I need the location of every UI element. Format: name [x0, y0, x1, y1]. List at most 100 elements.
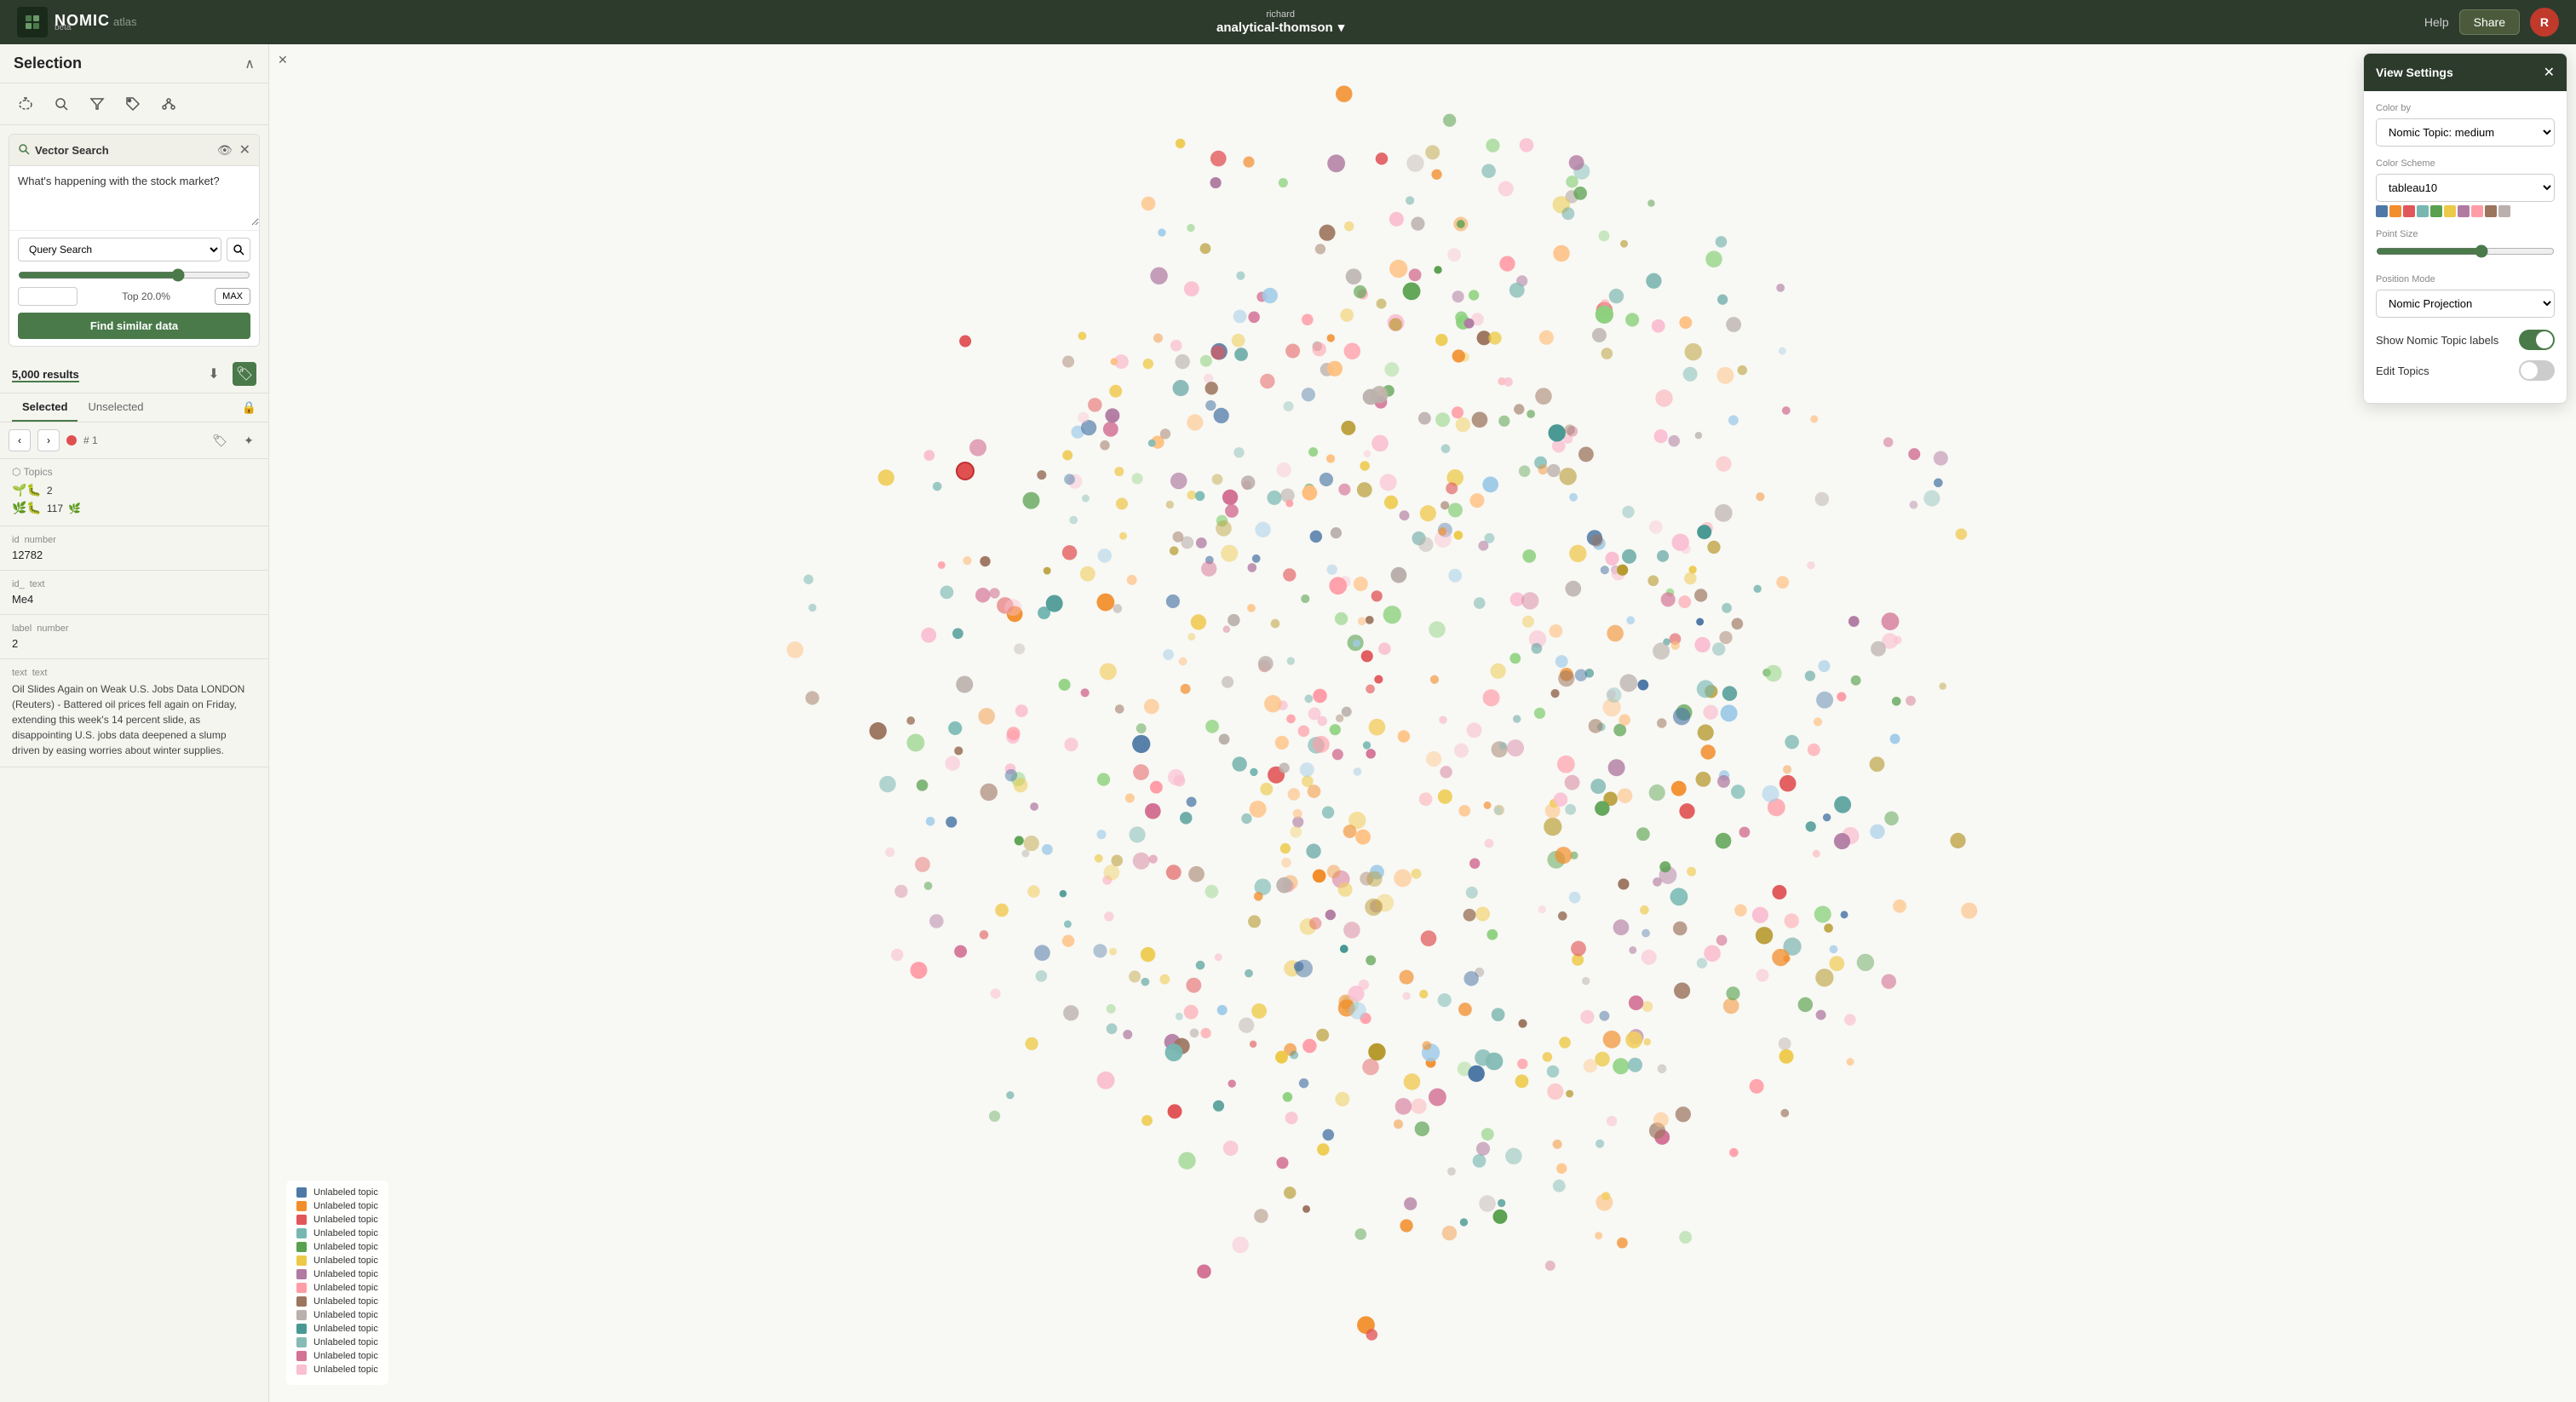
- topic-item-1: 🌱🐛 2: [12, 483, 256, 497]
- project-info: richard analytical-thomson ▾: [1216, 9, 1344, 35]
- collapse-button[interactable]: ∧: [244, 55, 255, 72]
- logo-sub: atlas: [113, 15, 136, 28]
- legend-label: Unlabeled topic: [313, 1255, 378, 1266]
- show-labels-toggle[interactable]: [2519, 330, 2555, 350]
- search-icon[interactable]: [49, 92, 73, 116]
- field-text: text text Oil Slides Again on Weak U.S. …: [0, 659, 268, 767]
- text-field-value: Oil Slides Again on Weak U.S. Jobs Data …: [12, 681, 256, 758]
- color-by-label: Color by: [2376, 103, 2555, 113]
- close-search-button[interactable]: ✕: [239, 141, 250, 158]
- cluster-icon[interactable]: [157, 92, 181, 116]
- legend-item: Unlabeled topic: [296, 1228, 378, 1238]
- field-id-underscore: id_ text Me4: [0, 571, 268, 615]
- avatar[interactable]: R: [2530, 8, 2559, 37]
- position-mode-field: Position Mode Nomic Projection: [2376, 274, 2555, 318]
- position-mode-select[interactable]: Nomic Projection: [2376, 290, 2555, 318]
- tag-results-button[interactable]: 🏷: [233, 362, 256, 386]
- logo: NOMIC atlas beta: [17, 7, 136, 37]
- selection-toolbar: [0, 83, 268, 125]
- legend-label: Unlabeled topic: [313, 1201, 378, 1211]
- color-swatch: [2458, 205, 2470, 217]
- legend-dot: [296, 1337, 307, 1347]
- tabs: Selected Unselected: [12, 394, 154, 422]
- legend-label: Unlabeled topic: [313, 1187, 378, 1198]
- find-similar-button[interactable]: Find similar data: [18, 313, 250, 339]
- tab-unselected[interactable]: Unselected: [78, 394, 153, 422]
- username: richard: [1266, 9, 1295, 20]
- sidebar: Selection ∧: [0, 44, 269, 1402]
- search-panel-actions: 👁 ✕: [217, 141, 250, 158]
- label-field-label: label: [12, 623, 32, 634]
- nav-prev-button[interactable]: ‹: [9, 429, 31, 451]
- cluster-record-button[interactable]: ✦: [238, 429, 260, 451]
- id-label: id: [12, 535, 20, 545]
- color-swatches: [2376, 205, 2555, 217]
- legend-label: Unlabeled topic: [313, 1215, 378, 1225]
- legend-label: Unlabeled topic: [313, 1310, 378, 1320]
- legend-dot: [296, 1310, 307, 1320]
- search-mode-row: Query Search: [18, 238, 250, 261]
- position-mode-label: Position Mode: [2376, 274, 2555, 284]
- tag-icon[interactable]: [121, 92, 145, 116]
- legend-label: Unlabeled topic: [313, 1283, 378, 1293]
- legend-item: Unlabeled topic: [296, 1310, 378, 1320]
- field-id: id number 12782: [0, 526, 268, 571]
- legend-dot: [296, 1242, 307, 1252]
- record-number: # 1: [83, 434, 98, 446]
- app-header: NOMIC atlas beta richard analytical-thom…: [0, 0, 2576, 44]
- tab-selected[interactable]: Selected: [12, 394, 78, 422]
- label-field-value: 2: [12, 637, 256, 650]
- search-mode-select[interactable]: Query Search: [18, 238, 221, 261]
- project-name[interactable]: analytical-thomson ▾: [1216, 20, 1344, 35]
- legend-dot: [296, 1215, 307, 1225]
- legend-dot: [296, 1228, 307, 1238]
- range-values: 0.54778 Top 20.0% MAX: [18, 287, 250, 306]
- topic-emoji-2: 🌿🐛: [12, 501, 42, 515]
- vector-search-panel: Vector Search 👁 ✕ What's happening with …: [9, 134, 260, 347]
- search-input[interactable]: What's happening with the stock market?: [9, 166, 259, 226]
- legend-label: Unlabeled topic: [313, 1242, 378, 1252]
- section-title: Selection: [14, 55, 82, 72]
- map-area[interactable]: ✕ Unlabeled topicUnlabeled topicUnlabele…: [269, 44, 2576, 1402]
- tag-record-button[interactable]: 🏷: [209, 429, 231, 451]
- tabs-row: Selected Unselected 🔒: [0, 394, 268, 422]
- legend-item: Unlabeled topic: [296, 1324, 378, 1334]
- color-swatch: [2430, 205, 2442, 217]
- map-close-button[interactable]: ✕: [278, 53, 288, 67]
- field-label: label number 2: [0, 615, 268, 659]
- point-size-slider[interactable]: [2376, 244, 2555, 258]
- legend: Unlabeled topic Unlabeled topic Unlabeled …: [286, 1181, 388, 1385]
- color-scheme-select[interactable]: tableau10: [2376, 174, 2555, 202]
- topic-emoji-1: 🌱🐛: [12, 483, 42, 497]
- legend-dot: [296, 1296, 307, 1307]
- color-by-select[interactable]: Nomic Topic: medium: [2376, 118, 2555, 147]
- nav-next-button[interactable]: ›: [37, 429, 60, 451]
- filter-icon[interactable]: [85, 92, 109, 116]
- id-value: 12782: [12, 549, 256, 561]
- legend-label: Unlabeled topic: [313, 1324, 378, 1334]
- lasso-icon[interactable]: [14, 92, 37, 116]
- search-execute-button[interactable]: [227, 238, 250, 261]
- visibility-toggle[interactable]: 👁: [217, 141, 233, 158]
- help-button[interactable]: Help: [2424, 15, 2449, 29]
- point-size-label: Point Size: [2376, 229, 2555, 239]
- color-scheme-field: Color Scheme tableau10: [2376, 158, 2555, 217]
- max-button[interactable]: MAX: [215, 288, 250, 305]
- legend-item: Unlabeled topic: [296, 1215, 378, 1225]
- nav-row: ‹ › # 1 🏷 ✦: [0, 422, 268, 459]
- color-swatch: [2376, 205, 2388, 217]
- search-controls: Query Search 0.54778 Top 20.0% MAX: [9, 230, 259, 346]
- color-swatch: [2403, 205, 2415, 217]
- edit-topics-label: Edit Topics: [2376, 365, 2429, 377]
- legend-item: Unlabeled topic: [296, 1269, 378, 1279]
- results-row: 5,000 results ⬇ 🏷: [0, 355, 268, 394]
- view-settings-close-button[interactable]: ✕: [2544, 64, 2555, 81]
- download-button[interactable]: ⬇: [202, 362, 226, 386]
- similarity-value-input[interactable]: 0.54778: [18, 287, 78, 306]
- id-underscore-label: id_: [12, 579, 25, 589]
- similarity-slider[interactable]: [18, 268, 250, 282]
- edit-topics-toggle[interactable]: [2519, 360, 2555, 381]
- legend-item: Unlabeled topic: [296, 1187, 378, 1198]
- legend-label: Unlabeled topic: [313, 1296, 378, 1307]
- share-button[interactable]: Share: [2459, 9, 2520, 35]
